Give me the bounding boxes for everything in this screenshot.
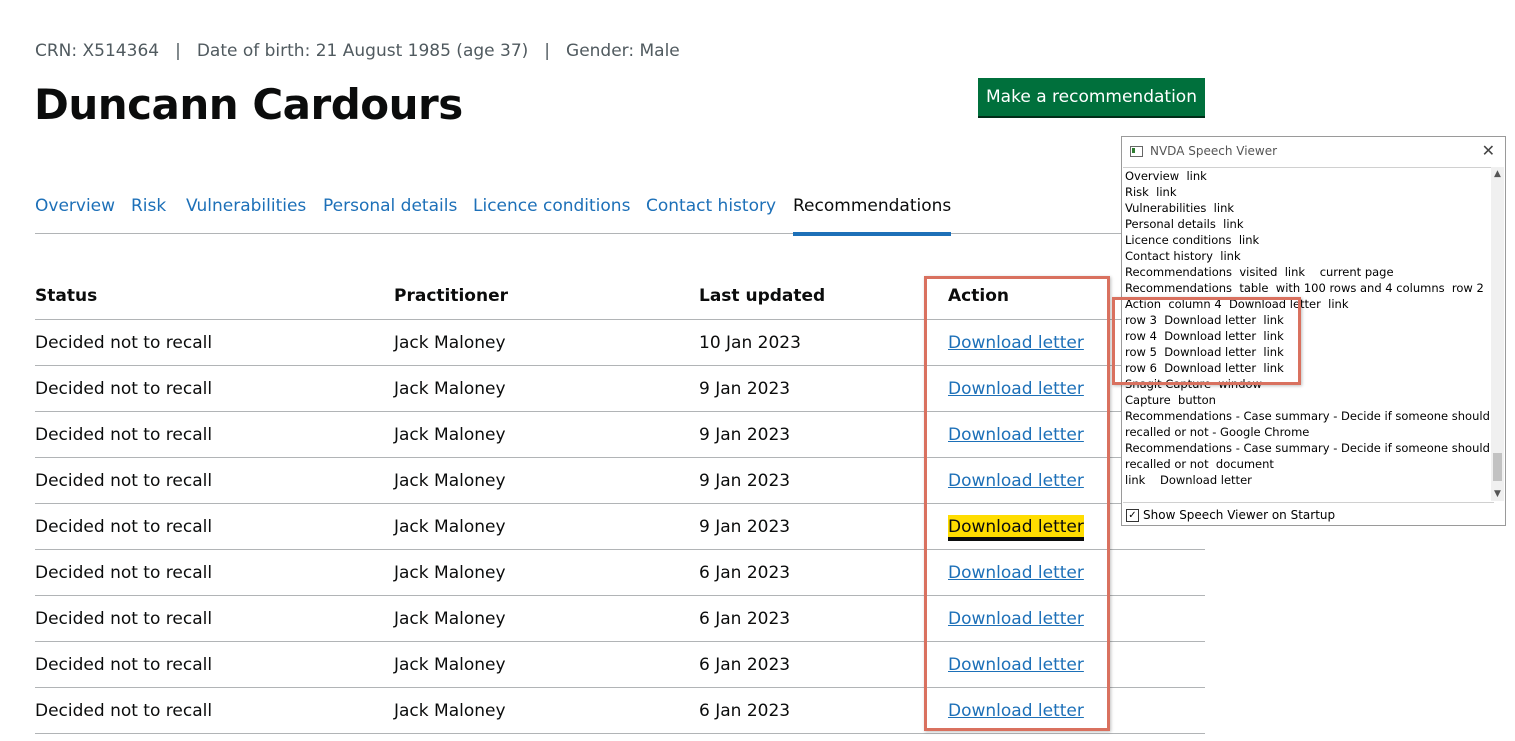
speech-line: Personal details link	[1125, 217, 1244, 231]
speech-line: Recommendations - Case summary - Decide …	[1125, 409, 1494, 423]
scrollbar-thumb[interactable]	[1493, 453, 1502, 481]
status-cell: Decided not to recall	[35, 457, 394, 504]
tab-risk[interactable]: Risk	[131, 196, 166, 216]
nvda-window-title: NVDA Speech Viewer	[1150, 144, 1278, 158]
make-recommendation-button[interactable]: Make a recommendation	[978, 78, 1205, 116]
practitioner-cell: Jack Maloney	[394, 411, 699, 458]
person-meta: CRN: X514364 | Date of birth: 21 August 19…	[35, 41, 680, 61]
nvda-titlebar[interactable]: NVDA Speech Viewer	[1122, 137, 1505, 165]
gender: Gender: Male	[566, 41, 680, 61]
scroll-up-icon[interactable]: ▲	[1491, 169, 1504, 179]
speech-line: Contact history link	[1125, 249, 1241, 263]
speech-line: Overview link	[1125, 169, 1207, 183]
status-cell: Decided not to recall	[35, 319, 394, 366]
separator: |	[544, 41, 551, 61]
status-cell: Decided not to recall	[35, 595, 394, 642]
practitioner-cell: Jack Maloney	[394, 595, 699, 642]
nvda-app-icon	[1130, 145, 1143, 157]
speech-line: recalled or not document	[1125, 457, 1274, 471]
last-updated-cell: 6 Jan 2023	[699, 549, 948, 596]
practitioner-cell: Jack Maloney	[394, 365, 699, 412]
last-updated-cell: 9 Jan 2023	[699, 365, 948, 412]
last-updated-cell: 9 Jan 2023	[699, 457, 948, 504]
scroll-down-icon[interactable]: ▼	[1491, 489, 1504, 499]
show-on-startup-checkbox[interactable]: ✓	[1126, 508, 1139, 522]
practitioner-cell: Jack Maloney	[394, 319, 699, 366]
status-cell: Decided not to recall	[35, 365, 394, 412]
practitioner-cell: Jack Maloney	[394, 457, 699, 504]
practitioner-cell: Jack Maloney	[394, 549, 699, 596]
last-updated-cell: 9 Jan 2023	[699, 503, 948, 550]
startup-option: ✓ Show Speech Viewer on Startup	[1126, 508, 1335, 522]
last-updated-cell: 10 Jan 2023	[699, 319, 948, 366]
date-of-birth: Date of birth: 21 August 1985 (age 37)	[196, 41, 529, 61]
speech-line: link Download letter	[1125, 473, 1252, 487]
tab-vulnerabilities[interactable]: Vulnerabilities	[186, 196, 306, 216]
status-cell: Decided not to recall	[35, 687, 394, 734]
status-cell: Decided not to recall	[35, 503, 394, 550]
tab-overview[interactable]: Overview	[35, 196, 115, 216]
status-cell: Decided not to recall	[35, 411, 394, 458]
tab-licence-conditions[interactable]: Licence conditions	[473, 196, 630, 216]
tab-personal-details[interactable]: Personal details	[323, 196, 457, 216]
speech-line: Risk link	[1125, 185, 1177, 199]
speech-rows-highlight-box	[1112, 297, 1301, 385]
speech-line: Capture button	[1125, 393, 1216, 407]
last-updated-cell: 6 Jan 2023	[699, 687, 948, 734]
page-title: Duncann Cardours	[34, 80, 463, 129]
practitioner-cell: Jack Maloney	[394, 641, 699, 688]
practitioner-cell: Jack Maloney	[394, 687, 699, 734]
show-on-startup-label: Show Speech Viewer on Startup	[1143, 508, 1336, 522]
speech-line: Vulnerabilities link	[1125, 201, 1235, 215]
vertical-scrollbar[interactable]: ▲ ▼	[1491, 167, 1504, 501]
speech-line: Recommendations visited link current pag…	[1125, 265, 1394, 279]
tab-contact-history[interactable]: Contact history	[646, 196, 776, 216]
close-icon[interactable]: ✕	[1482, 141, 1495, 160]
speech-line: Licence conditions link	[1125, 233, 1260, 247]
separator: |	[175, 41, 181, 61]
status-cell: Decided not to recall	[35, 641, 394, 688]
status-cell: Decided not to recall	[35, 549, 394, 596]
last-updated-cell: 6 Jan 2023	[699, 641, 948, 688]
speech-line: Recommendations - Case summary - Decide …	[1125, 441, 1494, 455]
column-header-last-updated: Last updated	[699, 273, 948, 320]
tab-navigation: Overview Risk Vulnerabilities Personal d…	[35, 196, 1205, 236]
last-updated-cell: 6 Jan 2023	[699, 595, 948, 642]
practitioner-cell: Jack Maloney	[394, 503, 699, 550]
speech-line: Recommendations table with 100 rows and …	[1125, 281, 1484, 295]
action-column-highlight-box	[924, 276, 1110, 731]
crn: CRN: X514364	[35, 41, 160, 61]
column-header-practitioner: Practitioner	[394, 273, 699, 320]
column-header-status: Status	[35, 273, 394, 320]
speech-line: recalled or not - Google Chrome	[1125, 425, 1310, 439]
tab-recommendations[interactable]: Recommendations	[793, 196, 952, 236]
last-updated-cell: 9 Jan 2023	[699, 411, 948, 458]
